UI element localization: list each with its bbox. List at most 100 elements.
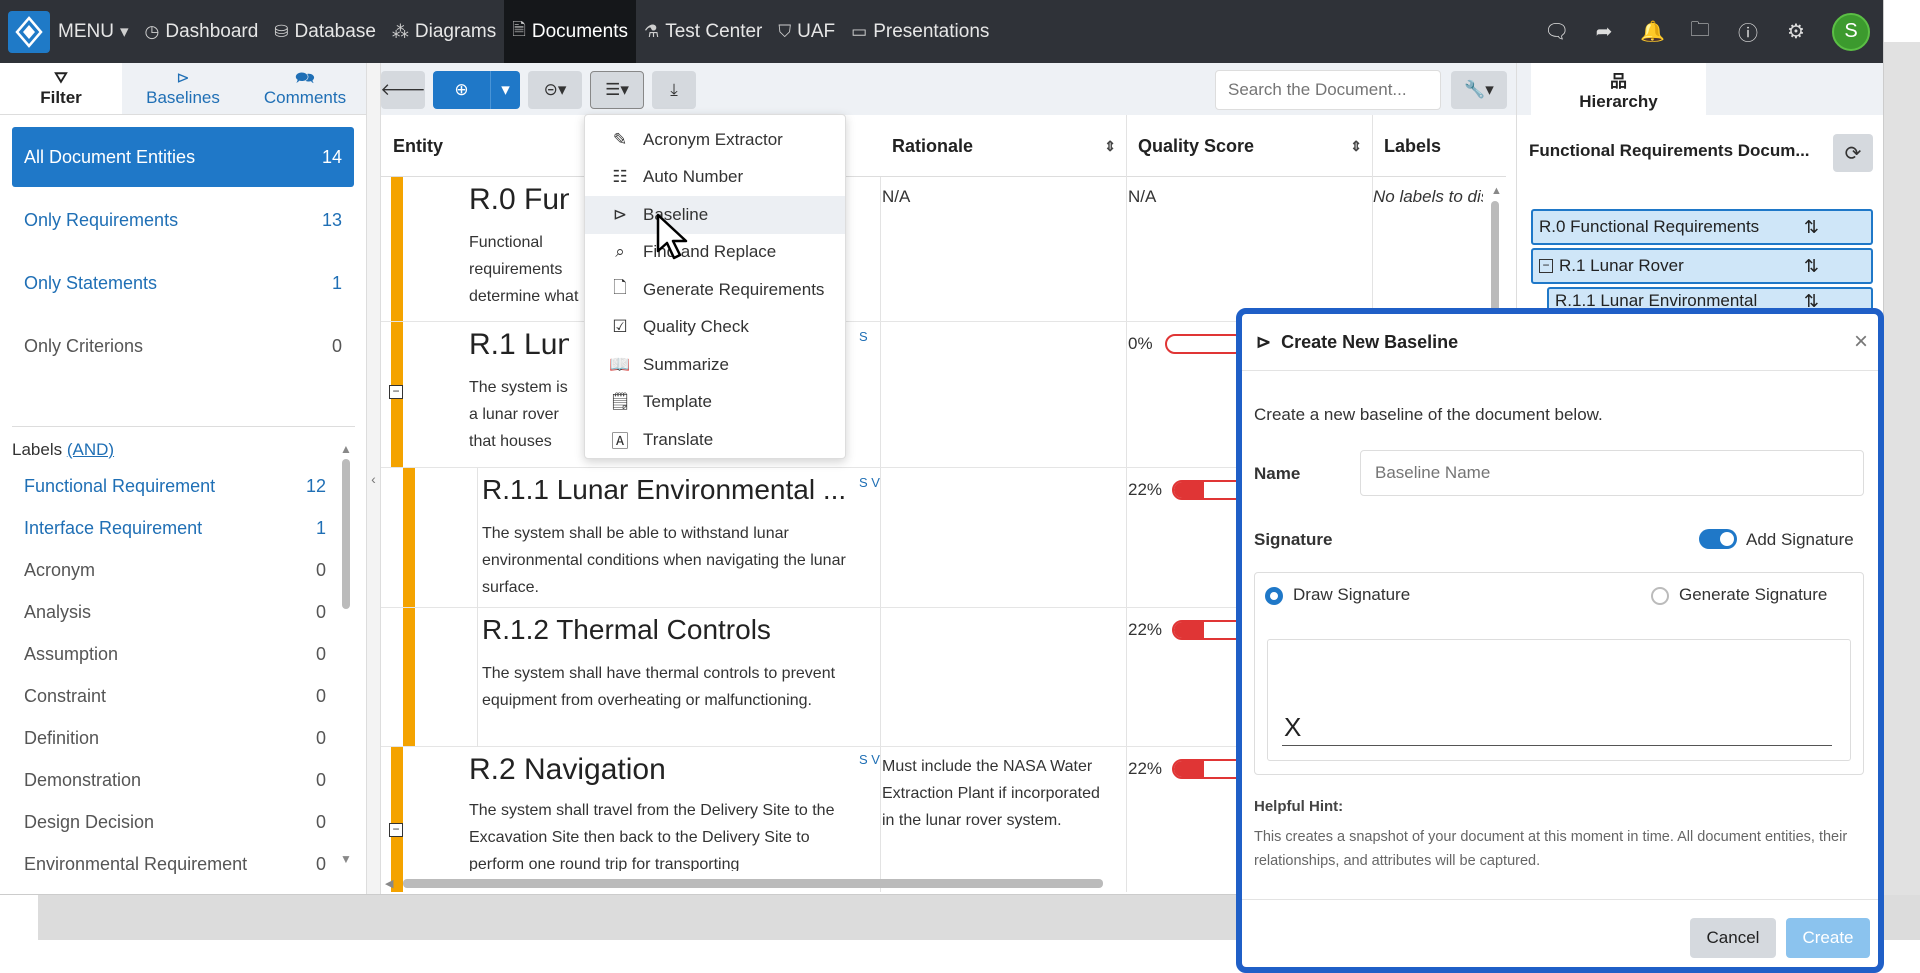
settings-wrench-button[interactable]: 🔧▾ (1451, 71, 1507, 109)
baseline-icon: ⊳ (176, 69, 190, 87)
col-labels[interactable]: Labels (1372, 115, 1502, 177)
col-rationale[interactable]: Rationale ⇕ (880, 115, 1126, 177)
filter-only-requirements[interactable]: Only Requirements 13 (12, 190, 354, 250)
user-avatar[interactable]: S (1832, 12, 1870, 51)
label-item[interactable]: Functional Requirement 12 (0, 465, 340, 507)
scroll-up-icon[interactable]: ▲ (340, 442, 352, 456)
hierarchy-node[interactable]: R.0 Functional Requirements ⇅ (1531, 209, 1873, 245)
hierarchy-node[interactable]: − R.1 Lunar Rover ⇅ (1531, 248, 1873, 284)
menu-item-find-replace[interactable]: ⌕ Find and Replace (585, 234, 845, 272)
generate-signature-radio[interactable] (1651, 587, 1669, 605)
label-item[interactable]: Assumption 0 (0, 633, 340, 675)
cancel-button[interactable]: Cancel (1690, 918, 1776, 958)
label-name: Interface Requirement (24, 517, 203, 538)
nav-dashboard[interactable]: ◷ Dashboard (137, 0, 267, 63)
menu-item-quality-check[interactable]: ☑ Quality Check (585, 309, 845, 347)
help-icon[interactable]: ⓘ (1736, 17, 1760, 46)
scroll-left-icon[interactable]: ◀ (385, 877, 393, 890)
labels-scrollbar[interactable] (342, 459, 350, 609)
scroll-up-icon[interactable]: ▲ (1491, 185, 1502, 197)
app-logo-icon[interactable] (8, 10, 50, 53)
menu-item-template[interactable]: 🗒 Template (585, 384, 845, 422)
collapse-icon[interactable]: − (389, 823, 403, 837)
label-count: 12 (305, 475, 326, 496)
column-label: Quality Score (1138, 135, 1255, 156)
label-count: 0 (315, 727, 326, 748)
menu-item-generate-requirements[interactable]: 🗋 Generate Requirements (585, 271, 845, 309)
download-icon: ⤓ (670, 80, 678, 99)
signature-pad[interactable]: X (1267, 639, 1851, 761)
export-button[interactable]: ⤓ (652, 71, 696, 109)
menu-item-acronym-extractor[interactable]: ✎ Acronym Extractor (585, 121, 845, 159)
tab-baselines[interactable]: ⊳ Baselines (122, 63, 244, 114)
search-input[interactable] (1215, 70, 1441, 110)
create-button[interactable]: Create (1786, 918, 1870, 958)
chat-icon[interactable]: 🗨 (1544, 19, 1569, 44)
menu-button[interactable]: MENU ▾ (50, 0, 137, 63)
menu-item-translate[interactable]: 🄰 Translate (585, 421, 845, 459)
backdrop-shadow-right (1882, 42, 1920, 940)
reorder-icon[interactable]: ⇅ (1804, 217, 1819, 238)
nav-test-center[interactable]: ⚗ Test Center (636, 0, 770, 63)
label-item[interactable]: Environmental Requirement 0 (0, 843, 340, 885)
label-item[interactable]: Design Decision 0 (0, 801, 340, 843)
filter-only-criterions[interactable]: Only Criterions 0 (12, 316, 354, 376)
collapse-icon[interactable]: − (389, 385, 403, 399)
close-icon[interactable]: × (1854, 328, 1868, 356)
add-entity-dropdown[interactable]: ▾ (490, 71, 520, 109)
labels-heading: Labels (AND) (0, 435, 126, 465)
menu-item-summarize[interactable]: 📖 Summarize (585, 346, 845, 384)
entity-description: The system is a lunar rover that houses … (469, 379, 568, 450)
menu-item-label: Auto Number (643, 167, 744, 187)
filter-only-statements[interactable]: Only Statements 1 (12, 253, 354, 313)
add-signature-toggle[interactable] (1699, 529, 1737, 549)
table-horizontal-scrollbar[interactable] (403, 879, 1103, 888)
col-quality-score[interactable]: Quality Score ⇕ (1126, 115, 1372, 177)
signature-box: Draw Signature Generate Signature X (1254, 572, 1864, 775)
nav-database[interactable]: ⛁ Database (266, 0, 384, 63)
label-item[interactable]: Acronym 0 (0, 549, 340, 591)
label-item[interactable]: Definition 0 (0, 717, 340, 759)
bell-icon[interactable]: 🔔 (1640, 19, 1665, 44)
folder-icon[interactable]: 🗀 (1688, 15, 1712, 49)
filter-icon: ⛛ (54, 69, 68, 87)
nav-diagrams[interactable]: ⁂ Diagrams (384, 0, 504, 63)
tools-menu-button[interactable]: ☰▾ (590, 71, 644, 109)
baseline-name-input[interactable] (1360, 450, 1864, 496)
label-item[interactable]: Analysis 0 (0, 591, 340, 633)
refresh-button[interactable]: ⟳ (1833, 134, 1873, 172)
back-button[interactable]: 🡐 (380, 71, 426, 109)
label-name: Definition (24, 727, 100, 748)
collapse-icon[interactable]: − (1539, 259, 1553, 273)
node-label: R.0 Functional Requirements (1539, 217, 1760, 236)
scroll-down-icon[interactable]: ▼ (340, 852, 352, 866)
add-entity-button[interactable]: ⊕ (433, 71, 490, 109)
share-icon[interactable]: ➦ (1592, 19, 1616, 44)
menu-item-auto-number[interactable]: ☷ Auto Number (585, 159, 845, 197)
label-item[interactable]: Interface Requirement 1 (0, 507, 340, 549)
tab-comments[interactable]: 🗪 Comments (244, 63, 366, 114)
gear-icon[interactable]: ⚙ (1784, 19, 1808, 44)
sidebar-collapse-handle[interactable]: ‹ (367, 63, 381, 894)
label-item[interactable]: Demonstration 0 (0, 759, 340, 801)
reorder-icon[interactable]: ⇅ (1804, 256, 1819, 277)
tab-filter[interactable]: ⛛ Filter (0, 63, 122, 114)
tab-hierarchy[interactable]: 品 Hierarchy (1531, 63, 1706, 115)
filter-all-entities[interactable]: All Document Entities 14 (12, 127, 354, 187)
nav-uaf[interactable]: ⛉ UAF (770, 0, 843, 63)
generate-signature-label: Generate Signature (1679, 585, 1828, 604)
label-count: 0 (315, 643, 326, 664)
tab-label: Filter (40, 87, 82, 107)
column-label: Labels (1384, 135, 1442, 156)
menu-item-baseline[interactable]: ⊳ Baseline (585, 196, 845, 234)
table-row[interactable]: R.0 Functional Requirements Functional r… (381, 177, 1506, 322)
status-bar (391, 747, 403, 892)
label-item[interactable]: Constraint 0 (0, 675, 340, 717)
tools-dropdown-menu: ✎ Acronym Extractor ☷ Auto Number ⊳ Baselin… (584, 114, 846, 459)
draw-signature-radio[interactable] (1265, 587, 1283, 605)
nav-documents[interactable]: 🗎 Documents (504, 0, 636, 63)
navigate-button[interactable]: ⊝▾ (528, 71, 582, 109)
column-label: Entity (393, 135, 444, 156)
nav-presentations[interactable]: ▭ Presentations (843, 0, 997, 63)
labels-mode-link[interactable]: (AND) (67, 440, 114, 459)
